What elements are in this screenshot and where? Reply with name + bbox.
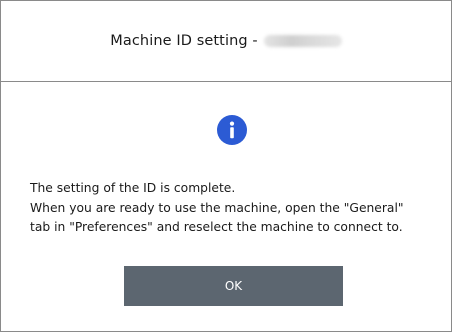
- dialog-title: Machine ID setting -: [110, 33, 342, 49]
- message-line: The setting of the ID is complete.: [30, 181, 236, 195]
- machine-id-dialog: Machine ID setting - The setting of the …: [0, 0, 452, 332]
- dialog-title-bar: Machine ID setting -: [1, 1, 451, 82]
- ok-button[interactable]: OK: [124, 266, 343, 306]
- message-line: When you are ready to use the machine, o…: [30, 200, 404, 215]
- dialog-message: The setting of the ID is complete. When …: [30, 179, 440, 238]
- dialog-title-text: Machine ID setting -: [110, 33, 258, 49]
- message-line: tab in "Preferences" and reselect the ma…: [30, 220, 403, 234]
- info-icon: [217, 115, 247, 145]
- redacted-serial-number: [263, 35, 342, 47]
